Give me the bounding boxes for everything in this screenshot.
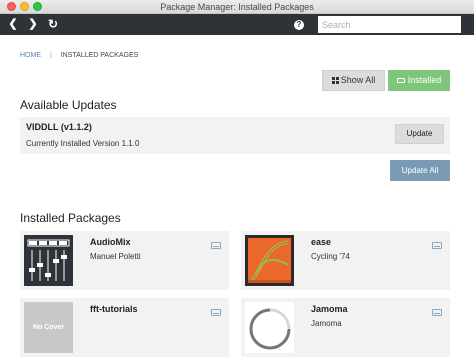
package-card-fft-tutorials[interactable]: No Cover fft-tutorials <box>20 298 229 357</box>
ease-cover <box>245 235 294 286</box>
drive-icon <box>396 78 405 83</box>
update-row: VIDDLL (v1.1.2) Currently Installed Vers… <box>20 117 450 154</box>
forward-button[interactable]: ❯ <box>25 17 41 32</box>
breadcrumb-home-link[interactable]: HOME <box>20 52 41 59</box>
update-package-name: VIDDLL (v1.1.2) <box>26 122 92 132</box>
grid-icon <box>331 77 339 84</box>
refresh-icon: ↻ <box>47 17 59 31</box>
update-all-button[interactable]: Update All <box>390 160 450 181</box>
package-card-audiomix[interactable]: AudioMix Manuel Poletti <box>20 231 229 290</box>
package-name: Jamoma <box>311 304 348 314</box>
back-button[interactable]: ❮ <box>5 17 21 32</box>
package-author: Jamoma <box>311 319 342 328</box>
show-all-button[interactable]: Show All <box>322 70 385 91</box>
breadcrumb-separator: | <box>49 52 52 59</box>
window-title: Package Manager: Installed Packages <box>160 2 314 12</box>
installed-drive-icon <box>211 242 221 249</box>
installed-drive-icon <box>432 242 442 249</box>
help-icon[interactable]: ? <box>294 20 304 30</box>
installed-packages-heading: Installed Packages <box>20 211 121 225</box>
package-name: fft-tutorials <box>90 304 138 314</box>
window-titlebar: Package Manager: Installed Packages <box>0 0 474 14</box>
package-author: Cycling '74 <box>311 252 350 261</box>
package-author: Manuel Poletti <box>90 252 141 261</box>
available-updates-heading: Available Updates <box>20 98 117 112</box>
package-card-ease[interactable]: ease Cycling '74 <box>241 231 450 290</box>
installed-drive-icon <box>432 309 442 316</box>
audiomix-cover <box>24 235 73 286</box>
breadcrumb: HOME | INSTALLED PACKAGES <box>20 52 138 59</box>
show-all-label: Show All <box>340 75 376 85</box>
package-name: AudioMix <box>90 237 131 247</box>
jamoma-cover <box>245 302 294 353</box>
installed-filter-button[interactable]: Installed <box>388 70 450 91</box>
chevron-left-icon: ❮ <box>8 18 18 30</box>
refresh-button[interactable]: ↻ <box>45 17 61 32</box>
search-input[interactable] <box>318 16 461 33</box>
installed-label: Installed <box>407 75 442 85</box>
update-installed-version: Currently Installed Version 1.1.0 <box>26 139 140 148</box>
toolbar: ❮ ❯ ↻ ? <box>0 14 474 35</box>
no-cover-placeholder: No Cover <box>24 302 73 353</box>
update-button[interactable]: Update <box>395 124 444 144</box>
chevron-right-icon: ❯ <box>28 18 38 30</box>
package-name: ease <box>311 237 332 247</box>
breadcrumb-current: INSTALLED PACKAGES <box>60 52 139 59</box>
package-card-jamoma[interactable]: Jamoma Jamoma <box>241 298 450 357</box>
installed-drive-icon <box>211 309 221 316</box>
